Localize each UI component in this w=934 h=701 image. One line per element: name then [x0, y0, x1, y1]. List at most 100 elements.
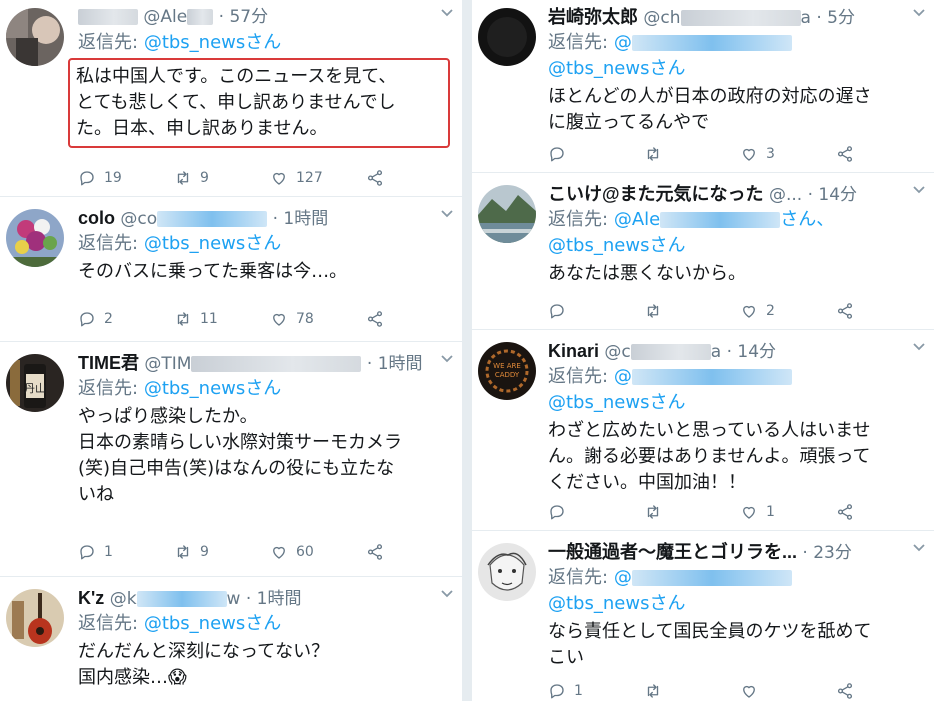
username[interactable]: @c [604, 342, 630, 362]
reply-icon [550, 684, 564, 699]
reply-button[interactable]: 1 [548, 682, 644, 700]
guitar-avatar-icon[interactable] [6, 589, 64, 647]
separator: · [213, 7, 230, 27]
tweet-actions: 2 [548, 301, 866, 321]
like-button[interactable]: 3 [740, 145, 836, 163]
tweet[interactable]: colo @co · 1時間 返信先: @tbs_newsさん そのバスに乗ってた乗… [0, 197, 462, 342]
reply-mention[interactable]: @ [614, 32, 632, 53]
share-button[interactable] [836, 503, 866, 521]
retweet-button[interactable] [644, 682, 740, 700]
chevron-down-icon[interactable] [440, 589, 454, 599]
like-button[interactable]: 78 [270, 310, 366, 328]
reply-mention[interactable]: @tbs_newsさん [548, 392, 685, 413]
reply-button[interactable] [548, 503, 644, 521]
timestamp[interactable]: 1時間 [283, 209, 328, 229]
tweet[interactable]: WE ARE CADDY Kinari @c a · 14分 返信先: @ @tbs_ne… [472, 330, 934, 531]
tweet[interactable]: 岩崎弥太郎 @ch a · 5分 返信先: @ @tbs_newsさん ほとんどの人が日… [472, 0, 934, 173]
retweet-button[interactable] [644, 302, 740, 320]
timestamp[interactable]: 14分 [737, 342, 776, 362]
timestamp[interactable]: 23分 [813, 543, 852, 563]
reply-mention-tail: さん、 [780, 209, 835, 230]
share-button[interactable] [836, 682, 866, 700]
username[interactable]: @ch [643, 8, 680, 28]
tweet-header: こいけ@また元気になった @... · 14分 [548, 181, 922, 207]
dark-avatar-icon[interactable] [478, 8, 536, 66]
reply-label: 返信先: [548, 32, 609, 53]
timestamp[interactable]: 1時間 [257, 589, 302, 609]
like-button[interactable] [740, 682, 836, 700]
column-divider [462, 0, 472, 701]
tweet-actions: 1 [548, 502, 866, 522]
tweet-text-line: 国内感染…😱 [78, 667, 187, 688]
reply-mention[interactable]: @tbs_newsさん [548, 58, 685, 79]
reply-mention[interactable]: @tbs_newsさん [144, 32, 281, 53]
share-button[interactable] [366, 543, 396, 561]
tweet[interactable]: K'z @k w · 1時間 返信先: @tbs_newsさん だんだんと深刻になって… [0, 577, 462, 701]
like-button[interactable]: 60 [270, 543, 366, 561]
share-button[interactable] [836, 145, 866, 163]
reply-button[interactable]: 2 [78, 310, 174, 328]
reply-mention[interactable]: @tbs_newsさん [144, 613, 281, 634]
share-button[interactable] [366, 169, 396, 187]
chevron-down-icon[interactable] [440, 8, 454, 18]
chevron-down-icon[interactable] [440, 209, 454, 219]
timestamp[interactable]: 5分 [827, 8, 855, 28]
user-avatar-icon[interactable] [6, 8, 64, 66]
sake-bottle-avatar-icon[interactable]: 丹山 [6, 354, 64, 412]
chevron-down-icon[interactable] [912, 8, 926, 18]
retweet-button[interactable]: 9 [174, 169, 270, 187]
redacted-mention [631, 369, 792, 385]
share-button[interactable] [366, 310, 396, 328]
wreath-logo-avatar-icon[interactable]: WE ARE CADDY [478, 342, 536, 400]
username[interactable]: @co [120, 209, 157, 229]
reply-mention[interactable]: @tbs_newsさん [144, 233, 281, 254]
flower-bouquet-avatar-icon[interactable] [6, 209, 64, 267]
redacted-handle [157, 211, 268, 227]
reply-button[interactable] [548, 145, 644, 163]
display-name[interactable]: K'z [78, 588, 104, 608]
timestamp[interactable]: 1時間 [378, 354, 423, 374]
sketch-face-avatar-icon[interactable] [478, 543, 536, 601]
like-button[interactable]: 127 [270, 169, 366, 187]
tweet[interactable]: 丹山 TIME君 @TIM · 1時間 返信先: @tbs_newsさん やっぱり感染… [0, 342, 462, 577]
tweet-header: @Ale · 57分 [78, 4, 450, 30]
retweet-button[interactable] [644, 145, 740, 163]
timestamp[interactable]: 57分 [229, 7, 268, 27]
display-name[interactable]: こいけ@また元気になった [548, 184, 764, 204]
retweet-button[interactable]: 9 [174, 543, 270, 561]
tweet-text: なら責任として国民全員のケツを舐めて こい [548, 619, 922, 671]
retweet-button[interactable] [644, 503, 740, 521]
reply-button[interactable]: 1 [78, 543, 174, 561]
landscape-avatar-icon[interactable] [478, 185, 536, 243]
display-name[interactable]: 一般通過者〜魔王とゴリラを... [548, 542, 797, 562]
chevron-down-icon[interactable] [912, 543, 926, 553]
timestamp[interactable]: 14分 [818, 185, 857, 205]
chevron-down-icon[interactable] [912, 185, 926, 195]
share-button[interactable] [836, 302, 866, 320]
like-button[interactable]: 2 [740, 302, 836, 320]
reply-button[interactable] [548, 302, 644, 320]
reply-mention[interactable]: @tbs_newsさん [548, 593, 685, 614]
reply-mention[interactable]: @Ale [614, 209, 660, 230]
reply-mention[interactable]: @tbs_newsさん [144, 378, 281, 399]
username[interactable]: @... [769, 185, 802, 205]
reply-mention[interactable]: @ [614, 366, 632, 387]
reply-button[interactable]: 19 [78, 169, 174, 187]
tweet[interactable]: こいけ@また元気になった @... · 14分 返信先: @Ale さん、 @tbs_… [472, 173, 934, 330]
username[interactable]: @TIM [144, 354, 191, 374]
chevron-down-icon[interactable] [440, 354, 454, 364]
retweet-button[interactable]: 11 [174, 310, 270, 328]
reply-count: 2 [104, 311, 113, 327]
reply-mention[interactable]: @ [614, 567, 632, 588]
tweet[interactable]: @Ale · 57分 返信先: @tbs_newsさん 私は中国人です。このニュース… [0, 0, 462, 197]
reply-mention[interactable]: @tbs_newsさん [548, 235, 685, 256]
username[interactable]: @k [110, 589, 137, 609]
tweet[interactable]: 一般通過者〜魔王とゴリラを... · 23分 返信先: @ @tbs_newsさんな… [472, 531, 934, 701]
display-name[interactable]: Kinari [548, 341, 599, 361]
display-name[interactable]: 岩崎弥太郎 [548, 7, 638, 27]
chevron-down-icon[interactable] [912, 342, 926, 352]
display-name[interactable]: colo [78, 208, 115, 228]
like-button[interactable]: 1 [740, 503, 836, 521]
display-name[interactable]: TIME君 [78, 353, 139, 373]
username[interactable]: @Ale [143, 7, 187, 27]
